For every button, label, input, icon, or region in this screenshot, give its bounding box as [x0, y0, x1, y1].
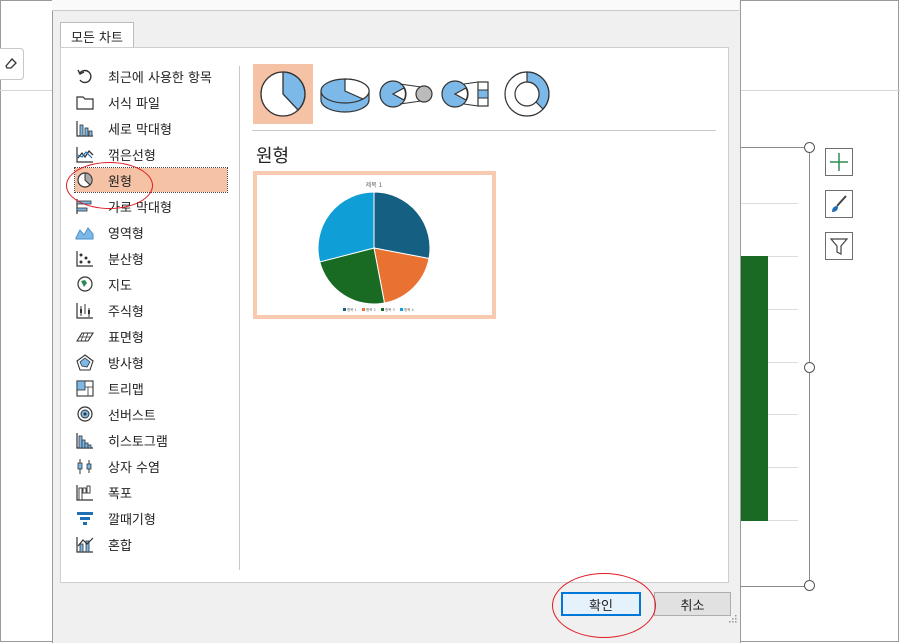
- subtype-pie[interactable]: [253, 64, 313, 124]
- chart-preview[interactable]: 제목 1 항목 1 항목 2 항목 3 항목 4: [253, 171, 496, 319]
- ribbon-eraser-button[interactable]: [0, 48, 24, 80]
- resize-handle[interactable]: [804, 362, 815, 373]
- legend-swatch: [381, 308, 384, 311]
- dialog-titlebar: [52, 0, 739, 11]
- category-label: 표면형: [108, 330, 144, 346]
- legend-label: 항목 1: [347, 307, 357, 312]
- doughnut-subtype-icon: [504, 71, 550, 117]
- category-item[interactable]: 폭포: [75, 480, 227, 504]
- category-label: 상자 수염: [108, 460, 160, 476]
- category-label: 지도: [108, 278, 132, 294]
- surface-chart-icon: [75, 327, 95, 345]
- category-item[interactable]: 표면형: [75, 324, 227, 348]
- pie-slice: [373, 191, 431, 260]
- resize-grip-icon[interactable]: [728, 614, 738, 624]
- category-item[interactable]: 영역형: [75, 220, 227, 244]
- legend-swatch: [343, 308, 346, 311]
- category-label: 방사형: [108, 356, 144, 372]
- legend-swatch: [400, 308, 403, 311]
- map-chart-icon: [75, 275, 95, 293]
- recent-icon: [75, 67, 95, 85]
- category-label: 꺾은선형: [108, 148, 156, 164]
- bar-of-pie-subtype-icon: [441, 80, 489, 108]
- chart-styles-button[interactable]: [825, 190, 853, 218]
- legend-label: 항목 2: [366, 307, 376, 312]
- plus-icon: [830, 153, 848, 171]
- pie-subtype-icon: [260, 71, 306, 117]
- chart-gridline: [740, 203, 798, 204]
- category-label: 분산형: [108, 252, 144, 268]
- annotation-circle: [66, 162, 153, 209]
- histogram-chart-icon: [75, 431, 95, 449]
- preview-pie-chart: 제목 1 항목 1 항목 2 항목 3 항목 4: [317, 181, 431, 312]
- legend-swatch: [362, 308, 365, 311]
- category-label: 세로 막대형: [108, 122, 172, 138]
- combo-chart-icon: [75, 535, 95, 553]
- funnel-chart-icon: [75, 509, 95, 527]
- category-divider: [239, 66, 240, 570]
- category-item[interactable]: 트리맵: [75, 376, 227, 400]
- annotation-circle: [552, 573, 656, 638]
- subtype-pie-of-pie[interactable]: [377, 64, 437, 124]
- waterfall-chart-icon: [75, 483, 95, 501]
- category-label: 서식 파일: [108, 96, 160, 112]
- resize-handle[interactable]: [804, 142, 815, 153]
- category-item[interactable]: 방사형: [75, 350, 227, 374]
- category-label: 최근에 사용한 항목: [108, 70, 212, 86]
- category-item[interactable]: 주식형: [75, 298, 227, 322]
- subtype-bar-of-pie[interactable]: [439, 64, 499, 124]
- subtype-divider: [252, 130, 716, 131]
- legend-label: 항목 4: [404, 307, 415, 312]
- category-item[interactable]: 최근에 사용한 항목: [75, 64, 227, 88]
- category-item[interactable]: 세로 막대형: [75, 116, 227, 140]
- category-label: 영역형: [108, 226, 144, 242]
- radar-chart-icon: [75, 353, 95, 371]
- cancel-button[interactable]: 취소: [654, 592, 731, 616]
- category-item[interactable]: 선버스트: [75, 402, 227, 426]
- stock-chart-icon: [75, 301, 95, 319]
- category-label: 선버스트: [108, 408, 156, 424]
- chart-filters-button[interactable]: [825, 232, 853, 260]
- preview-title: 제목 1: [366, 181, 383, 189]
- category-item[interactable]: 상자 수염: [75, 454, 227, 478]
- category-item[interactable]: 깔때기형: [75, 506, 227, 530]
- scatter-chart-icon: [75, 249, 95, 267]
- pie-of-pie-subtype-icon: [379, 80, 433, 108]
- eraser-icon: [5, 58, 17, 69]
- column-chart-icon: [75, 119, 95, 137]
- chart-bar: [740, 256, 768, 521]
- category-item[interactable]: 혼합: [75, 532, 227, 556]
- box-whisker-chart-icon: [75, 457, 95, 475]
- sunburst-chart-icon: [75, 405, 95, 423]
- area-chart-icon: [75, 223, 95, 241]
- folder-icon: [75, 93, 95, 111]
- treemap-chart-icon: [75, 379, 95, 397]
- category-label: 폭포: [108, 486, 132, 502]
- brush-icon: [832, 195, 847, 212]
- legend-label: 항목 3: [385, 307, 395, 312]
- filter-icon: [829, 238, 849, 255]
- resize-handle[interactable]: [804, 580, 815, 591]
- tab-all-charts[interactable]: 모든 차트: [60, 22, 134, 49]
- category-item[interactable]: 분산형: [75, 246, 227, 270]
- category-label: 혼합: [108, 538, 132, 554]
- category-item[interactable]: 서식 파일: [75, 90, 227, 114]
- category-item[interactable]: 히스토그램: [75, 428, 227, 452]
- section-title: 원형: [256, 146, 290, 167]
- category-label: 주식형: [108, 304, 144, 320]
- category-label: 히스토그램: [108, 434, 168, 450]
- chart-elements-button[interactable]: [825, 148, 853, 176]
- category-label: 깔때기형: [108, 512, 156, 528]
- subtype-doughnut[interactable]: [497, 64, 557, 124]
- category-label: 트리맵: [108, 382, 144, 398]
- subtype-3d-pie[interactable]: [315, 64, 375, 124]
- pie-3d-subtype-icon: [320, 78, 370, 113]
- category-item[interactable]: 지도: [75, 272, 227, 296]
- line-chart-icon: [75, 145, 95, 163]
